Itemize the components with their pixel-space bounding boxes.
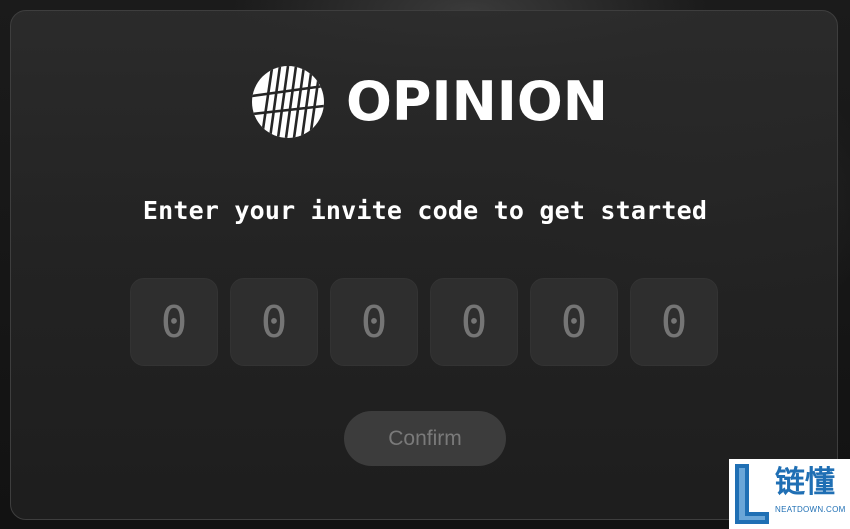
page-title: Enter your invite code to get started <box>142 196 708 225</box>
invite-code-digit-4[interactable] <box>430 278 518 366</box>
invite-code-digit-6[interactable] <box>630 278 718 366</box>
brand-wordmark: OPINION <box>346 70 608 133</box>
invite-code-digit-3[interactable] <box>330 278 418 366</box>
invite-code-digit-1[interactable] <box>130 278 218 366</box>
watermark-text-cn: 链懂 <box>775 465 835 500</box>
confirm-button[interactable]: Confirm <box>344 411 506 466</box>
invite-code-digit-2[interactable] <box>230 278 318 366</box>
invite-code-digit-5[interactable] <box>530 278 618 366</box>
watermark-text-en: NEATDOWN.COM <box>775 505 846 514</box>
invite-code-inputs <box>130 278 718 366</box>
brand-logo: OPINION <box>252 66 608 138</box>
watermark-logo-icon <box>735 464 769 524</box>
watermark-badge: 链懂 NEATDOWN.COM <box>729 459 850 529</box>
opinion-logo-icon <box>252 66 324 138</box>
